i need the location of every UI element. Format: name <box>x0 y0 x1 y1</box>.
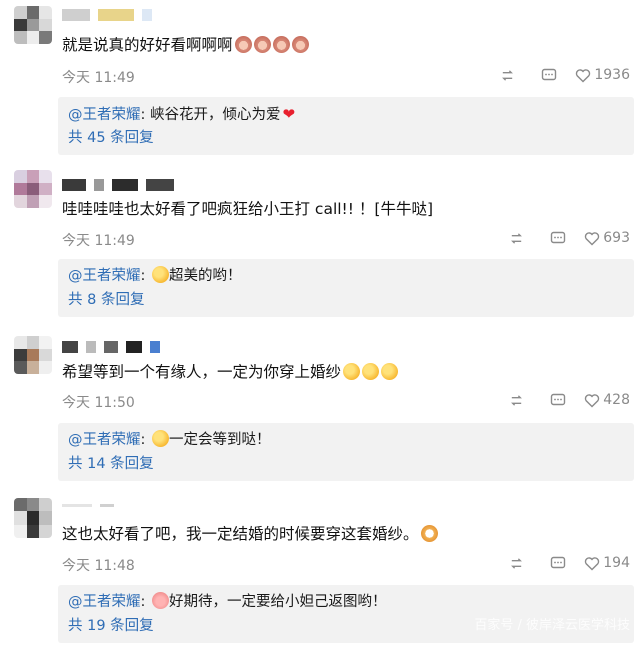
heart-outline-icon <box>585 231 600 245</box>
repost-button[interactable] <box>509 393 524 408</box>
kiss-face-icon <box>152 430 169 447</box>
username-blurred[interactable] <box>62 340 160 354</box>
reply-count-link[interactable]: 共 45 条回复 <box>68 127 154 149</box>
comment-meta: 今天 11:49 1936 <box>62 67 630 87</box>
pig-face-icon <box>152 592 169 609</box>
repost-icon <box>511 557 523 569</box>
like-button[interactable]: 1936 <box>575 67 630 83</box>
comment-text: 就是说真的好好看啊啊啊 <box>62 34 309 56</box>
kiss-face-icon <box>362 363 380 380</box>
reply-author-link[interactable]: @王者荣耀 <box>68 594 141 610</box>
repost-icon <box>511 394 523 406</box>
reply-text: 峡谷花开，倾心为爱 <box>150 107 281 123</box>
reply-box[interactable]: @王者荣耀: 超美的哟！ 共 8 条回复 <box>58 259 634 317</box>
comment-button[interactable] <box>550 556 566 571</box>
comment-icon <box>551 393 566 405</box>
comment-text: 这也太好看了吧，我一定结婚的时候要穿这套婚纱。 <box>62 523 438 545</box>
repost-button[interactable] <box>509 231 524 246</box>
kiss-face-icon <box>343 363 361 380</box>
like-button[interactable]: 428 <box>584 392 630 408</box>
avatar[interactable] <box>14 336 52 374</box>
heart-outline-icon <box>585 556 600 570</box>
like-count: 194 <box>603 555 630 571</box>
avatar[interactable] <box>14 170 52 208</box>
like-button[interactable]: 693 <box>584 230 630 246</box>
reply-author-link[interactable]: @王者荣耀 <box>68 432 141 448</box>
comment-icon <box>551 231 566 243</box>
like-count: 693 <box>603 230 630 246</box>
cat-face-icon <box>420 525 438 542</box>
comment-meta: 今天 11:49 693 <box>62 230 630 250</box>
reply-text: 好期待，一定要给小妲己返图哟！ <box>169 594 387 610</box>
like-count: 1936 <box>594 67 630 83</box>
watermark: 百家号 / 彼岸泽云医学科技 <box>474 618 630 633</box>
username-blurred[interactable] <box>62 8 152 22</box>
reply-box[interactable]: @王者荣耀: 一定会等到哒！ 共 14 条回复 <box>58 423 634 481</box>
comment-meta: 今天 11:48 194 <box>62 555 630 575</box>
kiss-face-icon <box>381 363 399 380</box>
repost-icon <box>502 69 514 81</box>
comment-button[interactable] <box>550 393 566 408</box>
heart-outline-icon <box>585 393 600 407</box>
kiss-face-icon <box>152 266 169 283</box>
comment-button[interactable] <box>541 68 557 83</box>
repost-button[interactable] <box>509 556 524 571</box>
avatar[interactable] <box>14 6 52 44</box>
username-blurred[interactable] <box>62 178 174 192</box>
reply-preview: @王者荣耀: 超美的哟！ <box>68 266 242 284</box>
reply-count-link[interactable]: 共 14 条回复 <box>68 453 154 475</box>
comment-icon <box>551 556 566 568</box>
timestamp: 今天 11:48 <box>62 558 135 574</box>
repost-icon <box>511 232 523 244</box>
repost-button[interactable] <box>500 68 515 83</box>
reply-preview: @王者荣耀: 好期待，一定要给小妲己返图哟！ <box>68 592 387 610</box>
reply-author-link[interactable]: @王者荣耀 <box>68 268 141 284</box>
comment-meta: 今天 11:50 428 <box>62 392 630 412</box>
comment-text: 哇哇哇哇也太好看了吧疯狂给小王打 call!! ！[牛牛哒] <box>62 200 434 218</box>
username-blurred[interactable] <box>62 498 114 512</box>
reply-preview: @王者荣耀: 峡谷花开，倾心为爱 ❤ <box>68 105 296 123</box>
like-count: 428 <box>603 392 630 408</box>
timestamp: 今天 11:49 <box>62 233 135 249</box>
avatar[interactable] <box>14 498 52 538</box>
comment-button[interactable] <box>550 231 566 246</box>
heart-icon: ❤ <box>282 105 296 123</box>
monkey-face-icon <box>291 36 309 53</box>
like-button[interactable]: 194 <box>584 555 630 571</box>
reply-author-link[interactable]: @王者荣耀 <box>68 107 141 123</box>
heart-outline-icon <box>576 68 591 82</box>
comment-icon <box>542 68 557 80</box>
timestamp: 今天 11:50 <box>62 395 135 411</box>
monkey-face-icon <box>234 36 252 53</box>
monkey-face-icon <box>272 36 290 53</box>
reply-text: 超美的哟！ <box>169 268 242 284</box>
reply-count-link[interactable]: 共 8 条回复 <box>68 289 144 311</box>
monkey-face-icon <box>253 36 271 53</box>
reply-text: 一定会等到哒！ <box>169 432 271 448</box>
reply-preview: @王者荣耀: 一定会等到哒！ <box>68 430 271 448</box>
reply-count-link[interactable]: 共 19 条回复 <box>68 615 154 637</box>
timestamp: 今天 11:49 <box>62 70 135 86</box>
comment-text: 希望等到一个有缘人，一定为你穿上婚纱 <box>62 361 399 383</box>
reply-box[interactable]: @王者荣耀: 峡谷花开，倾心为爱 ❤ 共 45 条回复 <box>58 97 634 155</box>
